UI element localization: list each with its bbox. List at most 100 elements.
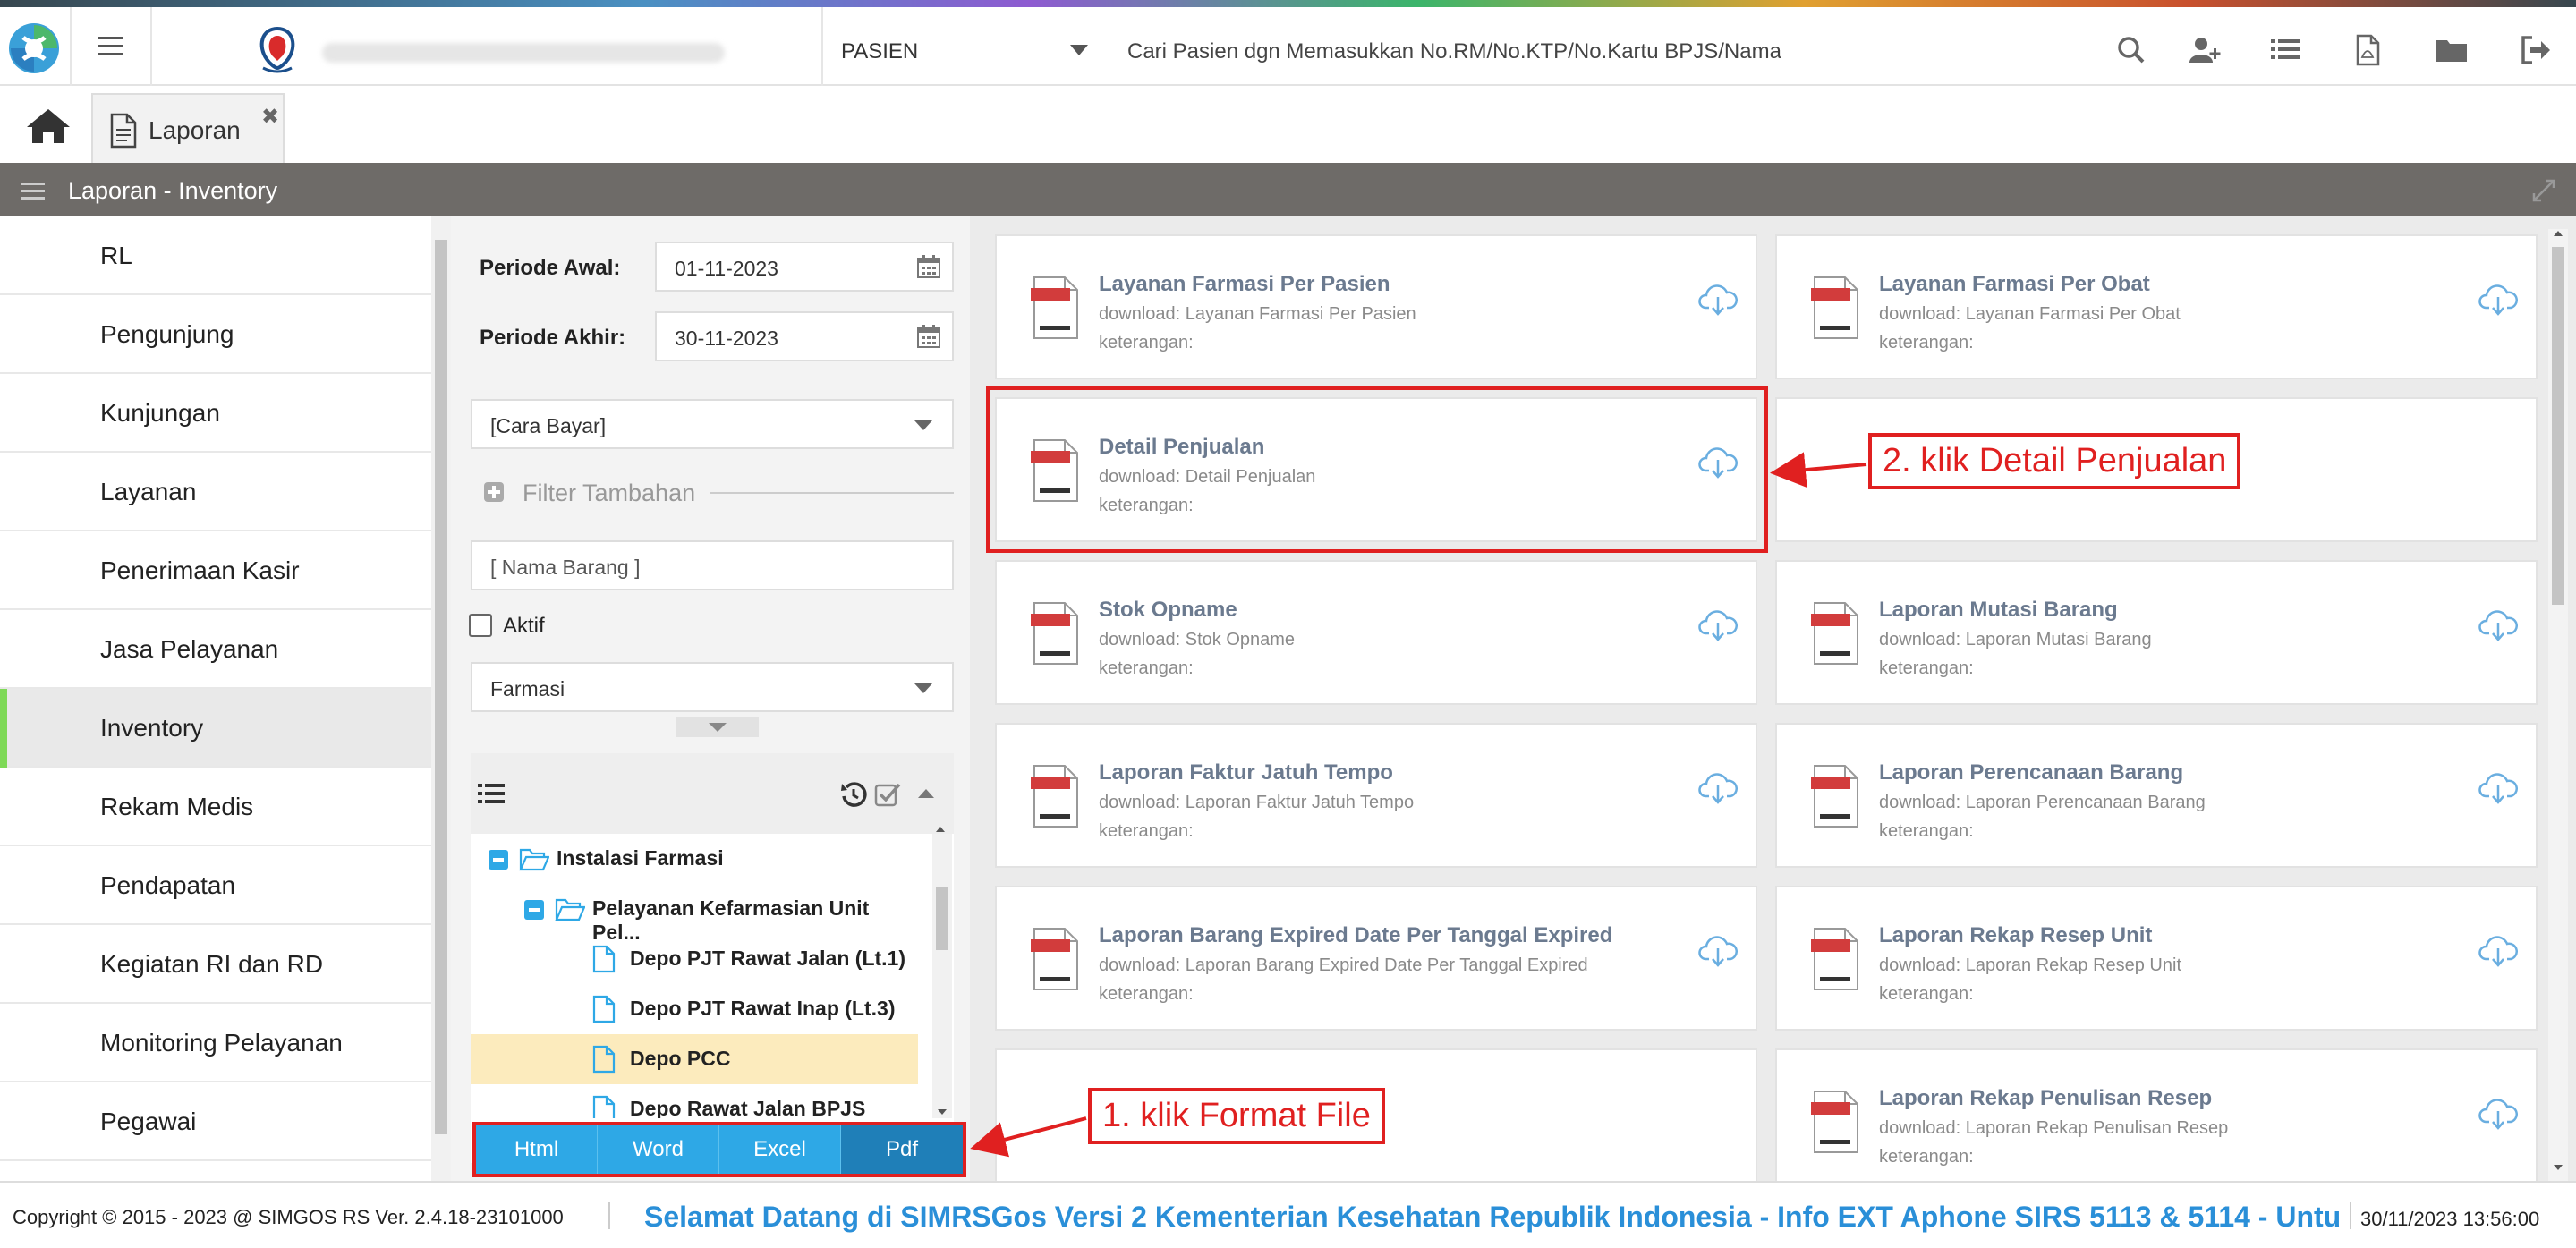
periode-akhir-input[interactable]: 30-11-2023 [655,311,954,361]
sidebar-scrollbar[interactable] [431,216,451,1181]
folder-open-icon [555,898,585,921]
sidebar-item-rekam-medis[interactable]: Rekam Medis [0,768,431,846]
menu-icon[interactable] [97,34,125,59]
sidebar-item-pendapatan[interactable]: Pendapatan [0,846,431,925]
close-icon[interactable]: ✖ [261,104,279,130]
sidebar-item-monitoring-pelayanan[interactable]: Monitoring Pelayanan [0,1004,431,1082]
topbar-separator [821,7,823,86]
tree-item-pelayanan-kefarmasian[interactable]: Pelayanan Kefarmasian Unit Pel... [471,884,918,944]
add-user-icon[interactable] [2187,32,2223,68]
sidebar-item-inventory[interactable]: Inventory [0,689,431,768]
check-square-icon[interactable] [873,780,902,809]
filter-tambahan-toggle[interactable]: Filter Tambahan [523,480,695,507]
report-download: download: Laporan Faktur Jatuh Tempo [1099,793,1415,812]
sidebar-item-label: Kegiatan RI dan RD [100,950,324,978]
nama-barang-input[interactable]: [ Nama Barang ] [471,540,954,590]
collapse-icon[interactable] [524,900,544,920]
tree-item-depo-pcc[interactable]: Depo PCC [471,1034,918,1084]
list-icon[interactable] [2267,32,2303,68]
scroll-down-icon[interactable] [2554,1165,2563,1170]
cloud-download-icon[interactable] [1698,607,1738,642]
cara-bayar-select[interactable]: [Cara Bayar] [471,399,954,449]
footer: Copyright © 2015 - 2023 @ SIMGOS RS Ver.… [0,1181,2576,1248]
calendar-icon[interactable] [916,324,941,349]
tree-item-instalasi-farmasi[interactable]: Instalasi Farmasi [471,834,918,884]
expand-icon[interactable] [2530,177,2557,204]
cloud-download-icon[interactable] [2478,769,2518,805]
topbar-separator [70,7,72,86]
report-keterangan: keterangan: [1879,333,1974,352]
report-card-laporan-rekap-resep-unit[interactable]: Laporan Rekap Resep Unit download: Lapor… [1775,886,2538,1031]
sidebar-item-kegiatan-ri-rd[interactable]: Kegiatan RI dan RD [0,925,431,1004]
hospital-name-blurred [322,43,725,63]
menu-icon[interactable] [21,181,45,200]
home-icon[interactable] [25,106,72,147]
sidebar-item-pengunjung[interactable]: Pengunjung [0,295,431,374]
collapse-toggle[interactable] [676,717,759,737]
tab-laporan-label: Laporan [149,116,241,144]
scroll-up-icon[interactable] [2554,231,2563,236]
patient-search-input[interactable] [1127,34,2022,70]
cloud-download-icon[interactable] [2478,607,2518,642]
report-card-laporan-mutasi-barang[interactable]: Laporan Mutasi Barang download: Laporan … [1775,560,2538,705]
tree-item-depo-rawat-jalan-bpjs[interactable]: Depo Rawat Jalan BPJS [471,1084,918,1118]
scroll-up-icon[interactable] [936,827,945,832]
report-card-laporan-barang-expired[interactable]: Laporan Barang Expired Date Per Tanggal … [995,886,1757,1031]
report-card-layanan-farmasi-per-obat[interactable]: Layanan Farmasi Per Obat download: Layan… [1775,234,2538,379]
sidebar-item-rl[interactable]: RL [0,216,431,295]
scroll-down-icon[interactable] [938,1109,947,1115]
calendar-icon[interactable] [916,254,941,279]
chevron-down-icon [914,683,932,693]
pdf-file-icon[interactable] [2350,32,2385,68]
cards-scrollbar[interactable] [2548,229,2568,1181]
tree-item-depo-pjt-rawat-inap[interactable]: Depo PJT Rawat Inap (Lt.3) [471,984,918,1034]
format-html-button[interactable]: Html [476,1125,598,1174]
tab-laporan[interactable]: Laporan ✖ [91,93,285,163]
folder-icon[interactable] [2434,32,2470,68]
tree-item-depo-pjt-rawat-jalan[interactable]: Depo PJT Rawat Jalan (Lt.1) [471,934,918,984]
history-icon[interactable] [839,780,868,809]
report-card-laporan-faktur-jatuh-tempo[interactable]: Laporan Faktur Jatuh Tempo download: Lap… [995,723,1757,868]
cloud-download-icon[interactable] [2478,932,2518,968]
farmasi-select[interactable]: Farmasi [471,662,954,712]
aktif-checkbox[interactable] [469,614,492,637]
report-card-layanan-farmasi-per-pasien[interactable]: Layanan Farmasi Per Pasien download: Lay… [995,234,1757,379]
cloud-download-icon[interactable] [1698,281,1738,317]
plus-square-icon[interactable] [483,481,505,503]
sidebar-item-penerimaan-kasir[interactable]: Penerimaan Kasir [0,531,431,610]
format-pdf-button[interactable]: Pdf [841,1125,963,1174]
collapse-icon[interactable] [489,850,508,870]
search-icon[interactable] [2113,32,2149,68]
tree-scrollbar[interactable] [932,827,952,1118]
cloud-download-icon[interactable] [1698,769,1738,805]
app-logo-icon[interactable] [5,20,63,77]
sidebar-item-jasa-pelayanan[interactable]: Jasa Pelayanan [0,610,431,689]
sidebar-item-layanan[interactable]: Layanan [0,453,431,531]
cloud-download-icon[interactable] [1698,932,1738,968]
report-file-icon [1811,765,1858,828]
chevron-down-icon[interactable] [1070,45,1088,55]
sidebar-item-pegawai[interactable]: Pegawai [0,1082,431,1161]
format-excel-button[interactable]: Excel [719,1125,841,1174]
logout-icon[interactable] [2518,32,2554,68]
aktif-label: Aktif [503,614,545,638]
report-title: Layanan Farmasi Per Obat [1879,272,2150,296]
cards-scrollbar-thumb[interactable] [2552,247,2564,605]
periode-akhir-value: 30-11-2023 [675,327,778,350]
chevron-up-icon[interactable] [918,789,934,798]
periode-awal-input[interactable]: 01-11-2023 [655,242,954,292]
tree-scrollbar-thumb[interactable] [936,887,948,950]
sidebar-item-kunjungan[interactable]: Kunjungan [0,374,431,453]
format-word-button[interactable]: Word [598,1125,719,1174]
report-card-laporan-rekap-penulisan-resep[interactable]: Laporan Rekap Penulisan Resep download: … [1775,1048,2538,1181]
report-title: Laporan Rekap Penulisan Resep [1879,1086,2213,1110]
report-download: download: Stok Opname [1099,630,1296,649]
report-card-laporan-perencanaan-barang[interactable]: Laporan Perencanaan Barang download: Lap… [1775,723,2538,868]
cloud-download-icon[interactable] [2478,281,2518,317]
report-card-stok-opname[interactable]: Stok Opname download: Stok Opname ketera… [995,560,1757,705]
list-icon[interactable] [478,782,505,805]
cloud-download-icon[interactable] [2478,1095,2518,1131]
patient-type-dropdown[interactable]: PASIEN [841,39,918,64]
report-file-icon [1811,1091,1858,1153]
sidebar-scrollbar-thumb[interactable] [435,240,447,1134]
